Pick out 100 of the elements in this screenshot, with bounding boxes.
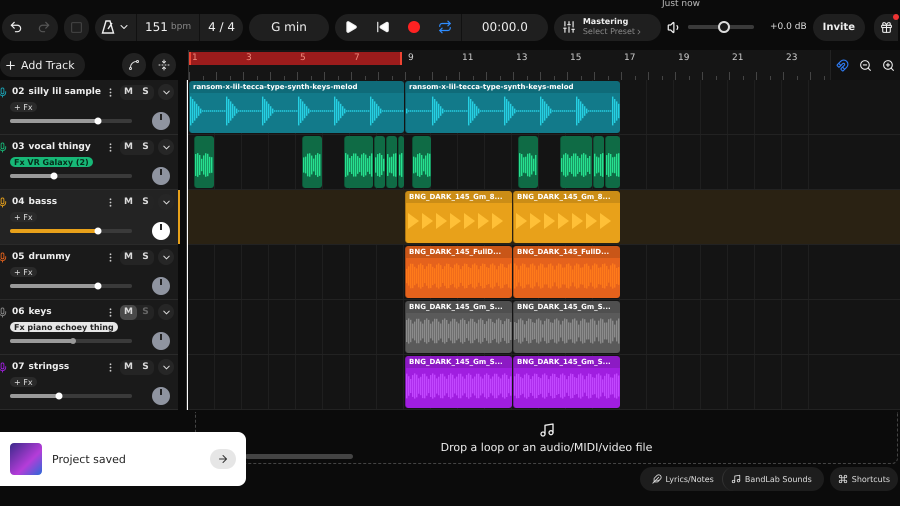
solo-button[interactable]: S — [137, 250, 154, 264]
expand-button[interactable] — [158, 249, 174, 265]
timeline-ruler[interactable]: 1 3 5 7 9 11 13 15 17 19 21 23 — [188, 50, 830, 80]
track-row[interactable]: 03 vocal thingy M S Fx VR Galaxy (2) — [0, 135, 178, 190]
expand-button[interactable] — [158, 359, 174, 375]
invite-button[interactable]: Invite — [812, 14, 865, 40]
add-effect-button[interactable]: + Fx — [10, 267, 37, 277]
audio-clip[interactable] — [194, 136, 214, 188]
track-number: 06 — [12, 307, 25, 317]
track-name[interactable]: basss — [28, 197, 58, 207]
square-icon — [70, 20, 83, 34]
audio-clip[interactable] — [344, 136, 373, 188]
bar-number: 9 — [408, 53, 414, 64]
redo-icon — [37, 20, 51, 34]
pan-knob[interactable] — [152, 332, 170, 350]
command-key-icon — [838, 474, 848, 484]
slider-thumb[interactable] — [70, 338, 76, 344]
tempo-field[interactable]: 151 bpm — [136, 14, 200, 40]
track-row[interactable]: 06 keys M S Fx piano echoey thing — [0, 300, 178, 355]
track-number: 03 — [12, 142, 25, 152]
curve-icon — [128, 59, 140, 71]
track-name[interactable]: silly lil sample — [28, 87, 101, 97]
add-track-button[interactable]: Add Track — [0, 53, 85, 77]
slider-thumb[interactable] — [718, 21, 730, 33]
slider-thumb[interactable] — [55, 392, 62, 400]
lyrics-notes-button[interactable]: Lyrics/Notes — [644, 467, 722, 491]
mute-button[interactable]: M — [120, 360, 137, 374]
slider-thumb[interactable] — [94, 282, 102, 290]
mute-button[interactable]: M — [120, 140, 137, 154]
arrow-button[interactable] — [210, 449, 236, 469]
collapse-button[interactable] — [152, 53, 176, 77]
track-row[interactable]: 07 stringss M S + Fx — [0, 355, 178, 410]
add-effect-button[interactable]: + Fx — [10, 377, 37, 387]
bar-number: 7 — [354, 53, 360, 64]
audio-clip[interactable] — [592, 136, 604, 188]
key-field[interactable]: G min — [249, 14, 329, 40]
pan-knob[interactable] — [152, 167, 170, 185]
volume-slider[interactable] — [10, 174, 132, 178]
magnet-icon[interactable] — [836, 58, 849, 72]
track-number: 02 — [12, 87, 25, 97]
track-row[interactable]: 04 basss M S + Fx — [0, 190, 178, 245]
slider-thumb[interactable] — [94, 118, 102, 124]
mute-button[interactable]: M — [120, 194, 137, 210]
volume-slider[interactable] — [10, 339, 132, 343]
zoom-out-icon[interactable] — [859, 58, 872, 72]
pan-knob[interactable] — [152, 387, 170, 405]
mute-button[interactable]: M — [120, 250, 137, 264]
audio-clip[interactable] — [560, 136, 592, 188]
track-number: 04 — [12, 197, 25, 207]
project-artwork — [10, 443, 42, 475]
volume-slider[interactable] — [10, 284, 132, 288]
audio-clip[interactable] — [518, 136, 538, 188]
add-effect-button[interactable]: + Fx — [10, 212, 37, 222]
zoom-in-icon[interactable] — [882, 58, 895, 72]
mute-button[interactable]: M — [120, 84, 137, 100]
horizontal-scrollbar[interactable] — [245, 454, 353, 459]
effect-chip[interactable]: Fx VR Galaxy (2) — [10, 157, 93, 167]
track-name[interactable]: vocal thingy — [28, 142, 91, 152]
track-name[interactable]: keys — [28, 307, 52, 317]
audio-clip[interactable] — [374, 136, 386, 188]
pan-knob[interactable] — [152, 277, 170, 295]
expand-button[interactable] — [158, 304, 174, 320]
volume-slider[interactable] — [10, 229, 132, 233]
mute-button[interactable]: M — [120, 304, 137, 320]
sounds-button[interactable]: BandLab Sounds — [722, 467, 820, 491]
pan-knob[interactable] — [152, 222, 170, 240]
audio-clip[interactable] — [412, 136, 431, 188]
plus-icon — [4, 58, 17, 72]
expand-button[interactable] — [158, 84, 174, 100]
effect-chip[interactable]: Fx piano echoey thing — [10, 322, 118, 332]
play-icon — [344, 20, 358, 34]
track-row[interactable]: 02 silly lil sample M S + Fx — [0, 80, 178, 135]
gift-icon — [880, 20, 892, 34]
solo-button[interactable]: S — [137, 194, 154, 210]
track-row[interactable]: 05 drummy M S + Fx — [0, 245, 178, 300]
automation-button[interactable] — [122, 53, 146, 77]
volume-slider[interactable] — [10, 394, 132, 398]
solo-button[interactable]: S — [137, 140, 154, 154]
slider-thumb[interactable] — [94, 228, 102, 234]
track-name[interactable]: stringss — [28, 362, 70, 372]
expand-button[interactable] — [158, 139, 174, 155]
solo-button[interactable]: S — [137, 84, 154, 100]
music-note-icon — [538, 422, 554, 438]
add-effect-button[interactable]: + Fx — [10, 102, 37, 112]
bar-number: 23 — [786, 53, 798, 64]
audio-clip[interactable] — [398, 136, 404, 188]
audio-clip[interactable] — [386, 136, 398, 188]
slider-thumb[interactable] — [50, 172, 58, 180]
bar-number: 15 — [570, 53, 582, 64]
audio-clip[interactable] — [604, 136, 620, 188]
gift-button[interactable] — [874, 14, 898, 40]
bar-number: 1 — [192, 53, 198, 64]
volume-slider[interactable] — [10, 119, 132, 123]
solo-button[interactable]: S — [137, 360, 154, 374]
time-signature-field[interactable]: 4 / 4 — [199, 14, 244, 40]
pan-knob[interactable] — [152, 112, 170, 130]
track-name[interactable]: drummy — [28, 252, 70, 262]
bar-number: 3 — [246, 53, 252, 64]
audio-clip[interactable] — [302, 136, 322, 188]
shortcuts-button[interactable]: Shortcuts — [830, 467, 898, 491]
